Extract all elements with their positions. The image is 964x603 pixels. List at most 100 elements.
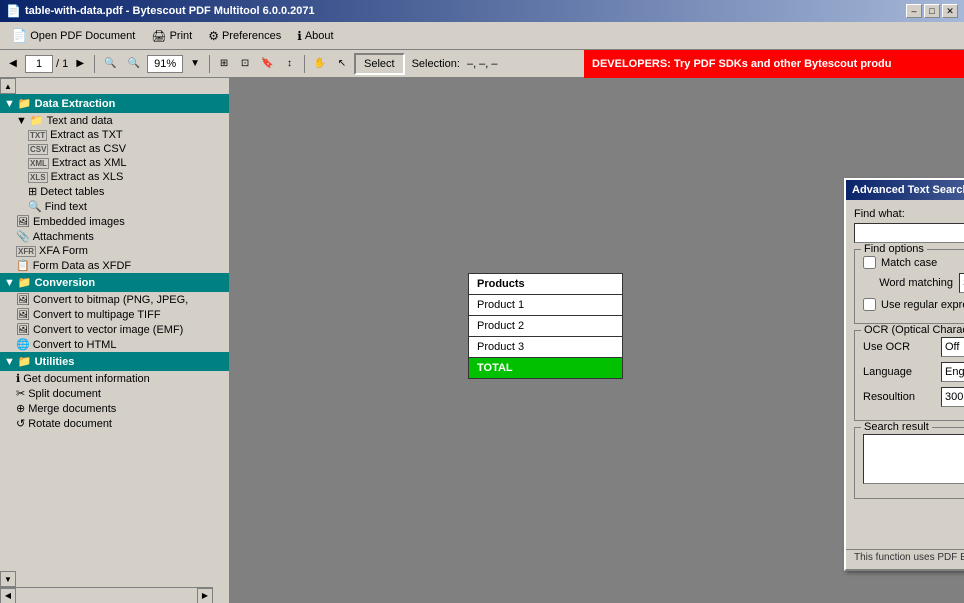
language-wrapper: English French German Spanish ▼ (941, 362, 964, 382)
menu-preferences[interactable]: ⚙ Preferences (201, 26, 288, 46)
main-layout: ▲ ▼ 📁 Data Extraction ▼ 📁 Text and data … (0, 78, 964, 603)
preferences-icon: ⚙ (208, 29, 219, 43)
sidebar-hscroll[interactable]: ◀ ▶ (0, 587, 213, 603)
sidebar-scroll-down[interactable]: ▼ (0, 571, 16, 587)
info-icon: ℹ (16, 372, 20, 385)
sidebar-item-to-tiff[interactable]: 🖼 Convert to multipage TIFF (0, 307, 229, 322)
sidebar-section-utilities[interactable]: ▼ 📁 Utilities (0, 352, 229, 371)
sidebar-item-extract-txt[interactable]: TXT Extract as TXT (0, 128, 229, 142)
sidebar-item-merge[interactable]: ⊕ Merge documents (0, 401, 229, 416)
bookmark-button[interactable]: 🔖 (257, 54, 277, 74)
zoom-dropdown-button[interactable]: ▼ (186, 54, 204, 74)
table-row: Product 3 (469, 337, 623, 358)
sidebar-item-find-text[interactable]: 🔍 Find text (0, 199, 229, 214)
sidebar-item-extract-csv[interactable]: CSV Extract as CSV (0, 142, 229, 156)
product-3-cell: Product 3 (469, 337, 623, 358)
page-number-input[interactable] (25, 55, 53, 73)
menu-about[interactable]: ℹ About (290, 26, 340, 46)
dialog-status: This function uses PDF Extractor SDK. (846, 549, 964, 569)
sidebar-section-conversion[interactable]: ▼ 📁 Conversion (0, 273, 229, 292)
zoom-input[interactable] (147, 55, 183, 73)
nav-back-button[interactable]: ◀ (4, 54, 22, 74)
select-button[interactable]: Select (354, 53, 405, 75)
zoom-in-button[interactable]: 🔍 (124, 54, 144, 74)
find-what-label: Find what: (854, 208, 964, 220)
resolution-label: Resoultion (863, 391, 935, 403)
sidebar-item-extract-xml[interactable]: XML Extract as XML (0, 156, 229, 170)
sidebar-item-text-and-data[interactable]: ▼ 📁 Text and data (0, 113, 229, 128)
word-matching-select[interactable]: Smart Match Whole Word Any Word (959, 273, 964, 293)
utilities-expand-icon: ▼ (4, 356, 15, 368)
word-matching-row: Word matching Smart Match Whole Word Any… (863, 273, 964, 293)
menu-print[interactable]: 🖨 Print (144, 26, 199, 46)
sidebar: ▲ ▼ 📁 Data Extraction ▼ 📁 Text and data … (0, 78, 230, 603)
table-row: Product 2 (469, 316, 623, 337)
attach-icon: 📎 (16, 230, 30, 243)
ocr-group-label: OCR (Optical Character Recognition) (861, 324, 964, 336)
language-select[interactable]: English French German Spanish (941, 362, 964, 382)
dialog-title-bar: Advanced Text Search ✕ (846, 180, 964, 200)
prev-page-button[interactable]: ↕ (281, 54, 299, 74)
resolution-wrapper: 300 150 600 ▼ (941, 387, 964, 407)
product-1-cell: Product 1 (469, 295, 623, 316)
bitmap-icon: 🖼 (16, 293, 30, 306)
fit-page-button[interactable]: ⊡ (236, 54, 254, 74)
hand-tool-button[interactable]: ✋ (310, 54, 330, 74)
sidebar-item-form-data-xfdf[interactable]: 📋 Form Data as XFDF (0, 258, 229, 273)
sidebar-item-attachments[interactable]: 📎 Attachments (0, 229, 229, 244)
window-title: table-with-data.pdf - Bytescout PDF Mult… (25, 5, 315, 17)
xfa-icon: XFR (16, 246, 36, 257)
close-button[interactable]: ✕ (942, 4, 958, 18)
images-icon: 🖼 (16, 215, 30, 228)
toolbar-separator-1 (94, 55, 95, 73)
table-header-row: Products (469, 274, 623, 295)
minimize-button[interactable]: – (906, 4, 922, 18)
sidebar-item-to-vector[interactable]: 🖼 Convert to vector image (EMF) (0, 322, 229, 337)
cursor-tool-button[interactable]: ↖ (333, 54, 351, 74)
txt-icon: TXT (28, 130, 47, 141)
use-ocr-row: Use OCR Off On ▼ (863, 337, 964, 357)
utilities-section-icon: 📁 (18, 355, 32, 368)
use-ocr-select[interactable]: Off On (941, 337, 964, 357)
pdf-preview-table: Products Product 1 Product 2 Product 3 T… (468, 273, 623, 379)
sidebar-item-detect-tables[interactable]: ⊞ Detect tables (0, 184, 229, 199)
section-icon: 📁 (18, 97, 32, 110)
search-result-content (863, 434, 964, 484)
sidebar-item-split[interactable]: ✂ Split document (0, 386, 229, 401)
vector-icon: 🖼 (16, 323, 30, 336)
menu-open[interactable]: 📄 Open PDF Document (4, 25, 142, 47)
sidebar-item-xfa-form[interactable]: XFR XFA Form (0, 244, 229, 258)
thumbnails-button[interactable]: ⊞ (215, 54, 233, 74)
resolution-row: Resoultion 300 150 600 ▼ (863, 387, 964, 407)
conversion-expand-icon: ▼ (4, 277, 15, 289)
resolution-select[interactable]: 300 150 600 (941, 387, 964, 407)
table-row: Product 1 (469, 295, 623, 316)
expand-icon: ▼ (16, 115, 27, 127)
language-label: Language (863, 366, 935, 378)
find-options-label: Find options (861, 243, 927, 255)
sidebar-hscroll-left[interactable]: ◀ (0, 588, 16, 603)
sidebar-hscroll-right[interactable]: ▶ (197, 588, 213, 603)
sidebar-section-data-extraction[interactable]: ▼ 📁 Data Extraction (0, 94, 229, 113)
match-case-checkbox[interactable] (863, 256, 876, 269)
page-sep: / (56, 58, 59, 70)
sidebar-item-embedded-images[interactable]: 🖼 Embedded images (0, 214, 229, 229)
print-icon: 🖨 (151, 29, 166, 43)
dev-banner: DEVELOPERS: Try PDF SDKs and other Bytes… (584, 50, 964, 78)
sidebar-scroll-up[interactable]: ▲ (0, 78, 16, 94)
zoom-out-button[interactable]: 🔍 (100, 54, 120, 74)
nav-forward-button[interactable]: ▶ (71, 54, 89, 74)
app-icon: 📄 (6, 4, 21, 18)
find-what-input[interactable] (854, 223, 964, 243)
sidebar-item-rotate[interactable]: ↺ Rotate document (0, 416, 229, 431)
word-matching-label: Word matching (863, 277, 953, 289)
conversion-section-icon: 📁 (18, 276, 32, 289)
maximize-button[interactable]: □ (924, 4, 940, 18)
sidebar-item-doc-info[interactable]: ℹ Get document information (0, 371, 229, 386)
sidebar-item-extract-xls[interactable]: XLS Extract as XLS (0, 170, 229, 184)
sidebar-item-to-html[interactable]: 🌐 Convert to HTML (0, 337, 229, 352)
open-icon: 📄 (11, 28, 27, 44)
use-regex-checkbox[interactable] (863, 298, 876, 311)
sidebar-item-to-bitmap[interactable]: 🖼 Convert to bitmap (PNG, JPEG, (0, 292, 229, 307)
split-icon: ✂ (16, 387, 25, 400)
